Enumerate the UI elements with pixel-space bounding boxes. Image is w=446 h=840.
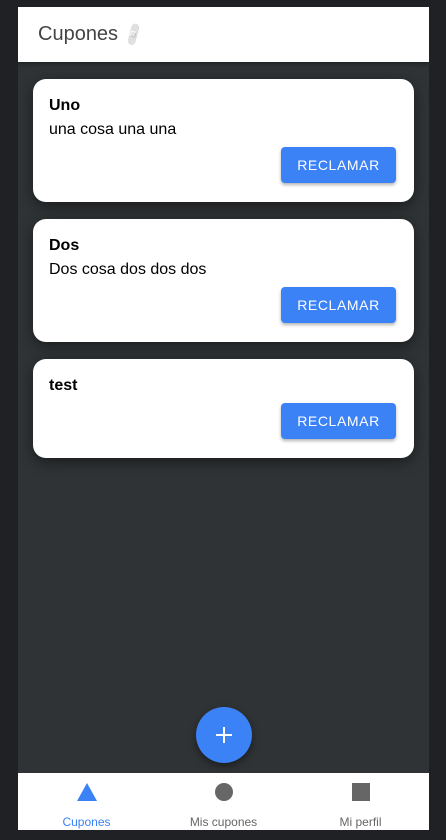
app-screen: Cupones 🩹 Uno una cosa una una RECLAMAR … (18, 7, 429, 830)
add-coupon-button[interactable] (196, 707, 252, 763)
triangle-icon (76, 781, 98, 803)
claim-button[interactable]: RECLAMAR (281, 403, 396, 439)
bandage-icon: 🩹 (121, 22, 148, 48)
coupon-description: una cosa una una (49, 121, 177, 138)
coupon-title: Dos (49, 237, 80, 254)
nav-label: Mi perfil (339, 815, 382, 829)
circle-icon (214, 781, 234, 803)
bottom-nav: Cupones Mis cupones Mi perfil (18, 773, 429, 830)
claim-button[interactable]: RECLAMAR (281, 287, 396, 323)
nav-label: Cupones (62, 815, 111, 829)
plus-icon (216, 727, 232, 743)
coupon-description: Dos cosa dos dos dos (49, 261, 207, 278)
square-icon (351, 781, 370, 803)
coupon-card: Dos Dos cosa dos dos dos RECLAMAR (33, 219, 414, 342)
app-header: Cupones 🩹 (18, 7, 429, 62)
claim-button[interactable]: RECLAMAR (281, 147, 396, 183)
coupon-title: test (49, 377, 78, 394)
nav-item-mi-perfil[interactable]: Mi perfil (292, 773, 429, 830)
nav-label: Mis cupones (189, 815, 258, 829)
nav-item-mis-cupones[interactable]: Mis cupones (155, 773, 292, 830)
coupon-title: Uno (49, 97, 81, 114)
page-title: Cupones (38, 23, 119, 45)
coupon-card: test RECLAMAR (33, 359, 414, 458)
nav-item-cupones[interactable]: Cupones (18, 773, 155, 830)
coupon-card: Uno una cosa una una RECLAMAR (33, 79, 414, 202)
